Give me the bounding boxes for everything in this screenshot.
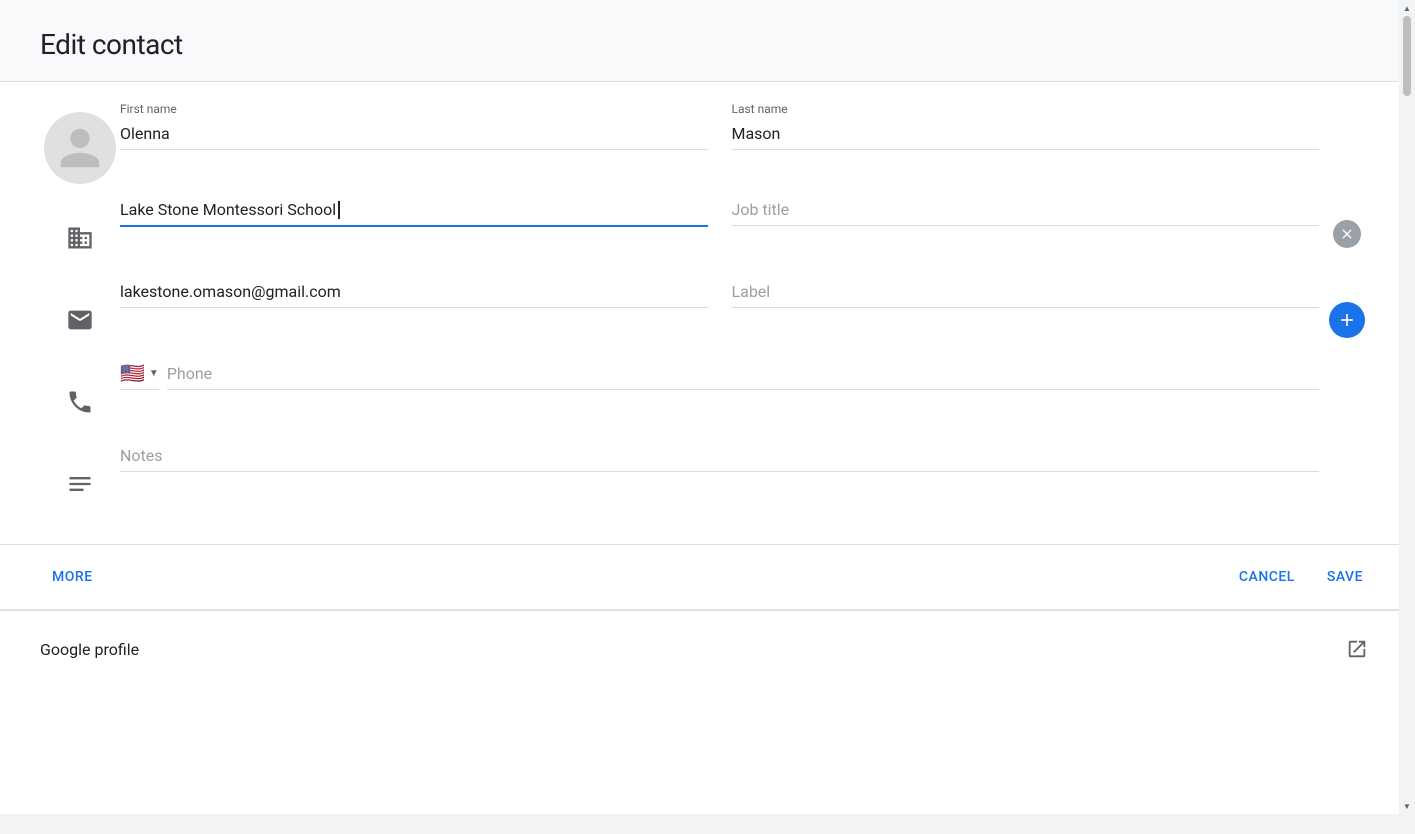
notes-field-area [120,442,1319,472]
name-fields: First name Last name [120,102,1319,150]
notes-icon-area [40,442,120,498]
flag-dropdown-arrow: ▼ [149,368,159,379]
first-name-label: First name [120,102,708,116]
name-row: First name Last name [40,102,1375,184]
last-name-group: Last name [732,102,1320,150]
more-button[interactable]: MORE [40,561,105,593]
google-profile-title: Google profile [40,640,139,659]
phone-fields: 🇺🇸 ▼ [120,360,1319,390]
email-input[interactable] [120,278,708,308]
avatar-area [40,102,120,184]
company-row: Lake Stone Montessori School [40,196,1375,266]
label-group [732,278,1320,308]
company-input-wrapper[interactable]: Lake Stone Montessori School [120,196,708,227]
external-link-button[interactable] [1339,631,1375,667]
company-group: Lake Stone Montessori School [120,196,708,227]
external-link-icon [1346,638,1368,660]
add-email-button[interactable] [1329,302,1365,338]
phone-icon-area [40,360,120,416]
avatar[interactable] [44,112,116,184]
email-icon-area [40,278,120,334]
first-name-group: First name [120,102,708,150]
email-row-action [1319,278,1375,338]
scroll-up-button[interactable]: ▲ [1399,0,1415,16]
notes-icon [66,470,94,498]
last-name-label: Last name [732,102,1320,116]
footer-right-actions: CANCEL SAVE [1227,561,1375,593]
email-label-input[interactable] [732,278,1320,308]
email-row [40,278,1375,348]
company-fields: Lake Stone Montessori School [120,196,1319,227]
phone-input[interactable] [167,360,1319,390]
dialog-footer: MORE CANCEL SAVE [0,544,1415,609]
dialog-body: First name Last name [0,82,1415,544]
country-flag-dropdown[interactable]: 🇺🇸 ▼ [120,363,159,390]
dialog-header: Edit contact [0,0,1415,82]
email-fields [120,278,1319,308]
first-name-input[interactable] [120,120,708,150]
company-row-action [1319,196,1375,248]
save-button[interactable]: SAVE [1315,561,1375,593]
phone-icon [66,388,94,416]
clear-company-button[interactable] [1333,220,1361,248]
scroll-down-button[interactable]: ▼ [1399,798,1415,814]
company-text: Lake Stone Montessori School [120,200,336,219]
text-cursor [338,201,340,219]
us-flag: 🇺🇸 [120,363,145,383]
cancel-button[interactable]: CANCEL [1227,561,1307,593]
email-group [120,278,708,308]
job-title-input[interactable] [732,196,1320,226]
dialog-title: Edit contact [40,28,1375,61]
last-name-input[interactable] [732,120,1320,150]
scroll-track[interactable] [1403,16,1411,798]
job-title-group [732,196,1320,226]
email-icon [66,306,94,334]
company-icon [66,224,94,252]
company-icon-area [40,196,120,252]
notes-input[interactable] [120,442,1319,472]
scroll-thumb [1403,16,1411,96]
scrollbar: ▲ ▼ [1399,0,1415,814]
notes-row [40,442,1375,512]
phone-row: 🇺🇸 ▼ [40,360,1375,430]
google-profile-section: Google profile [0,609,1415,687]
